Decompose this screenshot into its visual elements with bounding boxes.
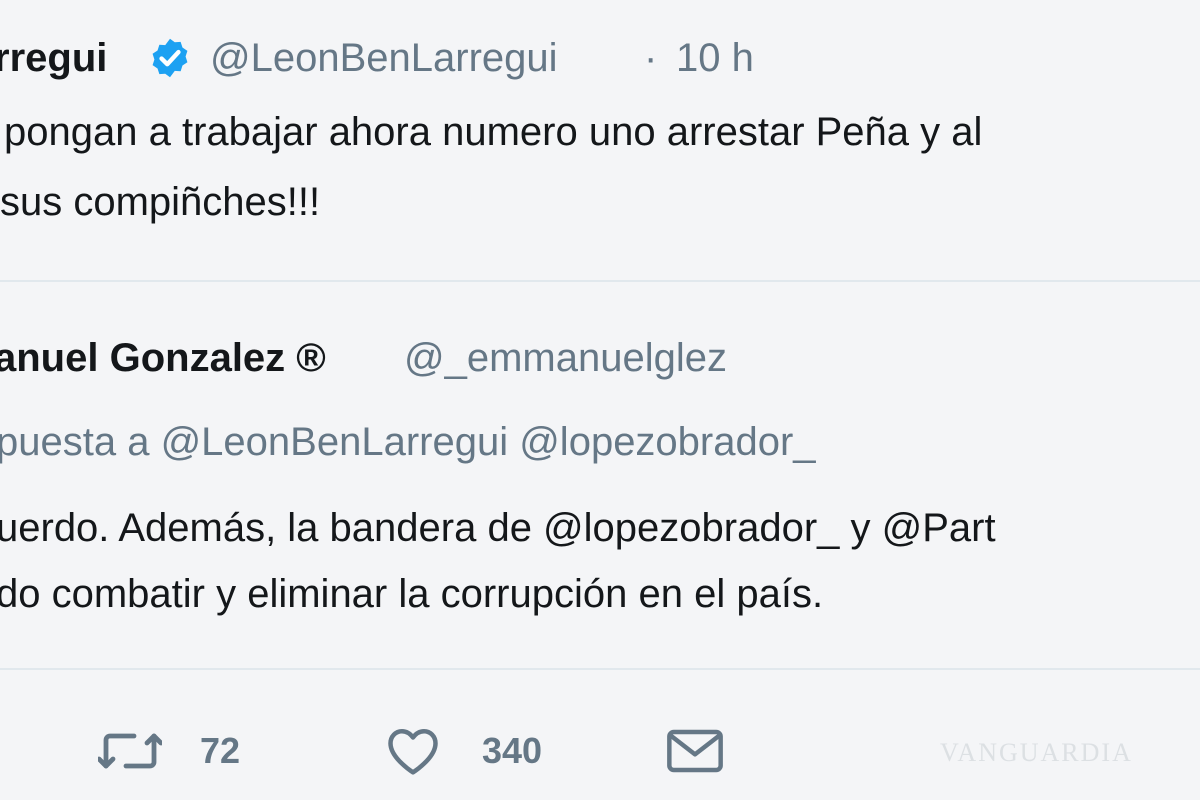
reply-to-line[interactable]: puesta a @LeonBenLarregui @lopezobrador_ [0, 420, 816, 465]
tweet-text-line-1: pongan a trabajar ahora numero uno arres… [4, 110, 983, 154]
reply-author-name[interactable]: anuel Gonzalez ® [0, 336, 326, 381]
reply-text-line-2: do combatir y eliminar la corrupción en … [0, 572, 824, 616]
tweet-screenshot: rregui @LeonBenLarregui · 10 h pongan a … [0, 0, 1200, 800]
retweet-count: 72 [200, 730, 241, 771]
tweet-author-handle[interactable]: @LeonBenLarregui [210, 36, 558, 81]
tweet-author-name[interactable]: rregui [0, 36, 107, 81]
reply-text-line-1: uerdo. Además, la bandera de @lopezobrad… [0, 506, 996, 550]
time-separator: · [644, 36, 658, 80]
envelope-icon[interactable] [666, 728, 724, 774]
divider [0, 668, 1200, 670]
tweet-text-line-2: sus compiñches!!! [0, 180, 321, 224]
heart-icon[interactable] [386, 726, 440, 776]
reply-author-handle[interactable]: @_emmanuelglez [404, 336, 727, 381]
tweet-timestamp[interactable]: 10 h [676, 36, 754, 81]
watermark: VANGUARDIA [940, 738, 1133, 767]
divider [0, 280, 1200, 282]
like-count: 340 [482, 730, 543, 771]
retweet-icon[interactable] [98, 726, 162, 776]
verified-badge-icon [152, 38, 188, 78]
